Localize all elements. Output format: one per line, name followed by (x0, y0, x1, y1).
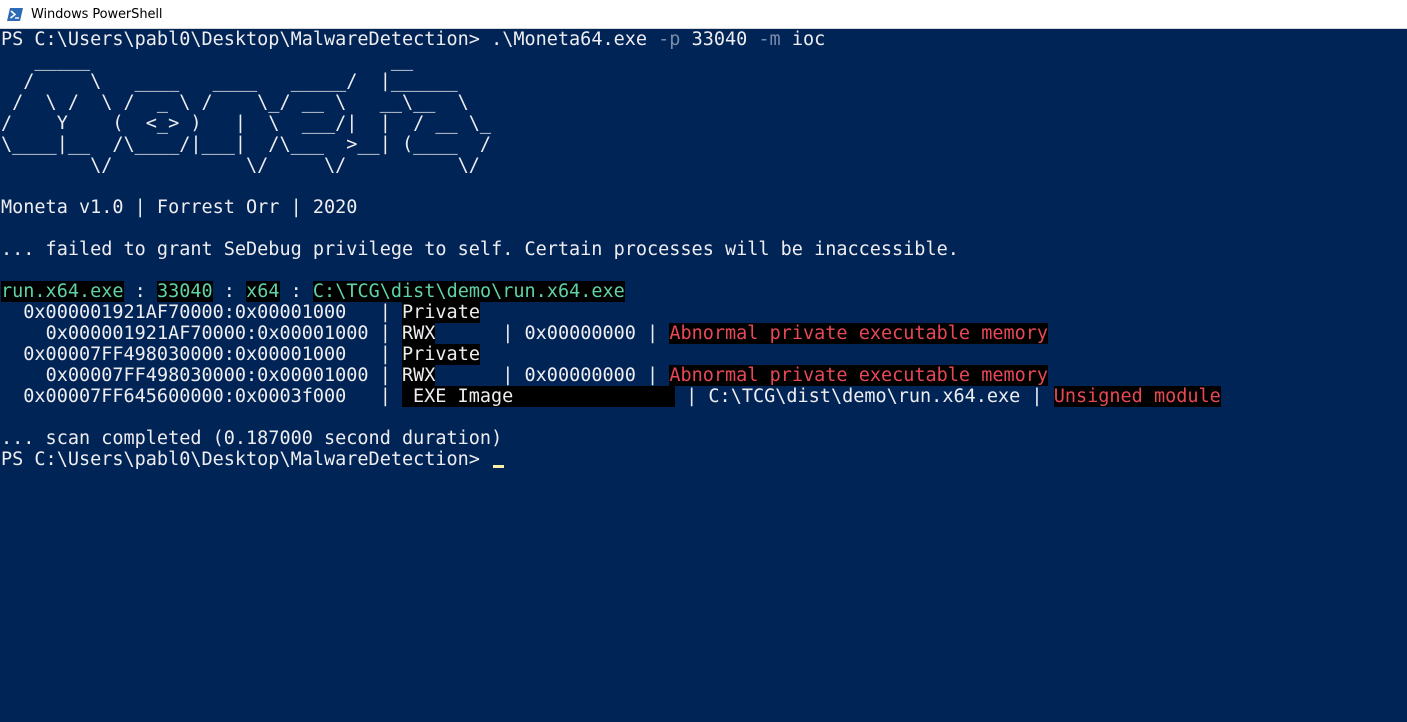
powershell-window: Windows PowerShell PS C:\Users\pabl0\Des… (0, 0, 1407, 494)
region-address: 0x000001921AF70000:0x00001000 (23, 302, 347, 323)
scan-completed-line: ... scan completed (0.187000 second dura… (1, 428, 503, 449)
command-flag-p: -p (658, 29, 681, 50)
prompt: PS C:\Users\pabl0\Desktop\MalwareDetecti… (1, 29, 480, 50)
region-type: Private (402, 344, 480, 365)
subregion-value: 0x00000000 (524, 365, 636, 386)
warning-line: ... failed to grant SeDebug privilege to… (1, 239, 959, 260)
command-mode-arg: ioc (791, 29, 826, 50)
command-pid-arg: 33040 (691, 29, 748, 50)
window-title: Windows PowerShell (31, 7, 163, 22)
banner-line: \/ \/ \/ \/ (1, 155, 480, 176)
console-output[interactable]: PS C:\Users\pabl0\Desktop\MalwareDetecti… (0, 29, 1407, 494)
process-header: run.x64.exe : 33040 : x64 : C:\TCG\dist\… (1, 281, 625, 302)
text-cursor[interactable] (493, 465, 505, 468)
process-name: run.x64.exe (1, 281, 124, 302)
command-line: PS C:\Users\pabl0\Desktop\MalwareDetecti… (1, 29, 825, 50)
region-type: Private (402, 302, 480, 323)
banner-line: / \ ____ ____ _____/ |______ (1, 71, 458, 92)
region-row: 0x00007FF645600000:0x0003f000 | EXE Imag… (23, 386, 1221, 407)
subregion-protect: RWX (402, 323, 436, 344)
prompt-line[interactable]: PS C:\Users\pabl0\Desktop\MalwareDetecti… (1, 449, 505, 470)
subregion-address: 0x00007FF498030000:0x00001000 (45, 365, 369, 386)
subregion-ioc: Abnormal private executable memory (669, 365, 1049, 386)
prompt: PS C:\Users\pabl0\Desktop\MalwareDetecti… (1, 449, 480, 470)
subregion-protect: RWX (402, 365, 436, 386)
process-path: C:\TCG\dist\demo\run.x64.exe (312, 281, 625, 302)
title-bar[interactable]: Windows PowerShell (0, 0, 1407, 29)
region-address: 0x00007FF498030000:0x00001000 (23, 344, 347, 365)
region-row: 0x000001921AF70000:0x00001000 | Private (23, 302, 480, 323)
banner-line: / Y ( <_> ) | \ ___/| | / __ \_ (1, 113, 492, 134)
subregion-address: 0x000001921AF70000:0x00001000 (45, 323, 369, 344)
command-flag-m: -m (758, 29, 781, 50)
banner-line: / \ / \ / _ \ / \_/ __ \ __\__ \ (1, 92, 469, 113)
banner-line: \____|__ /\____/|___| /\___ >__| (____ / (1, 134, 492, 155)
version-line: Moneta v1.0 | Forrest Orr | 2020 (1, 197, 358, 218)
process-arch: x64 (246, 281, 280, 302)
subregion-row: 0x000001921AF70000:0x00001000 | RWX | 0x… (45, 323, 1049, 344)
subregion-ioc: Abnormal private executable memory (669, 323, 1049, 344)
subregion-value: 0x00000000 (524, 323, 636, 344)
subregion-row: 0x00007FF498030000:0x00001000 | RWX | 0x… (45, 365, 1049, 386)
region-ioc: Unsigned module (1053, 386, 1221, 407)
region-type: EXE Image (402, 386, 675, 407)
command-exe: .\Moneta64.exe (491, 29, 648, 50)
powershell-icon (7, 8, 23, 21)
process-pid: 33040 (156, 281, 213, 302)
banner-line: _____ __ (1, 50, 414, 71)
region-path: C:\TCG\dist\demo\run.x64.exe (708, 386, 1021, 407)
region-address: 0x00007FF645600000:0x0003f000 (23, 386, 347, 407)
region-row: 0x00007FF498030000:0x00001000 | Private (23, 344, 480, 365)
